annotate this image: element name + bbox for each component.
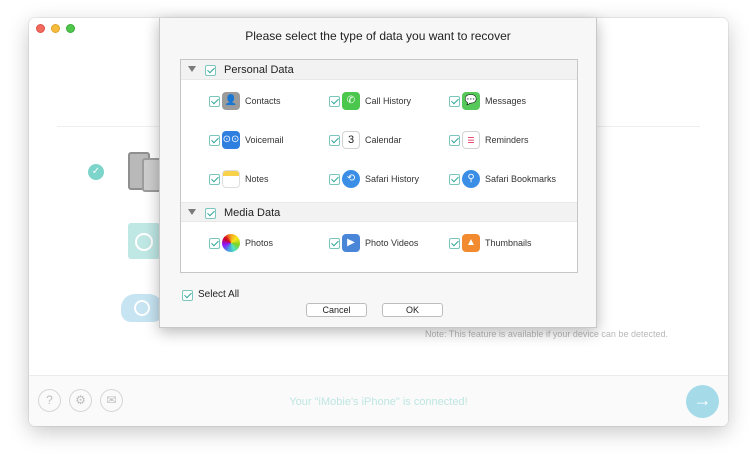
select-all-label: Select All (198, 289, 240, 300)
connection-status: Your "iMobie's iPhone" is connected! (289, 396, 468, 408)
ok-button[interactable]: OK (382, 303, 443, 317)
item-label: Notes (245, 174, 269, 184)
section-label: Personal Data (224, 64, 294, 76)
item-reminders[interactable]: ☰ Reminders (449, 131, 569, 151)
voicemail-icon: ⊙⊙ (222, 131, 240, 149)
safari-bookmarks-icon: ⚲ (462, 170, 480, 188)
minimize-window-button[interactable] (51, 24, 60, 33)
safari-bookmarks-checkbox[interactable] (449, 174, 460, 185)
contacts-checkbox[interactable] (209, 96, 220, 107)
section-personal-data[interactable]: Personal Data (181, 60, 577, 80)
reminders-checkbox[interactable] (449, 135, 460, 146)
messages-icon: 💬 (462, 92, 480, 110)
calendar-icon: 3 (342, 131, 360, 149)
item-photo-videos[interactable]: ▶ Photo Videos (329, 234, 449, 254)
item-calendar[interactable]: 3 Calendar (329, 131, 449, 151)
voicemail-checkbox[interactable] (209, 135, 220, 146)
disclosure-triangle-icon[interactable] (188, 66, 196, 72)
close-window-button[interactable] (36, 24, 45, 33)
contacts-icon: 👤 (222, 92, 240, 110)
item-safari-bookmarks[interactable]: ⚲ Safari Bookmarks (449, 170, 569, 190)
cancel-button[interactable]: Cancel (306, 303, 367, 317)
photos-icon (222, 234, 240, 252)
item-label: Reminders (485, 135, 529, 145)
data-type-dialog: Please select the type of data you want … (159, 18, 597, 328)
media-data-checkbox[interactable] (205, 208, 216, 219)
feature-note: Note: This feature is available if your … (425, 329, 668, 339)
select-all-checkbox[interactable] (182, 290, 193, 301)
icloud-mode-icon[interactable] (121, 294, 163, 322)
phone-icon: ✆ (342, 92, 360, 110)
safari-history-checkbox[interactable] (329, 174, 340, 185)
personal-data-checkbox[interactable] (205, 65, 216, 76)
messages-checkbox[interactable] (449, 96, 460, 107)
selected-mode-check-icon: ✓ (88, 164, 104, 180)
item-label: Call History (365, 96, 412, 106)
calendar-checkbox[interactable] (329, 135, 340, 146)
thumbnails-checkbox[interactable] (449, 238, 460, 249)
item-label: Messages (485, 96, 527, 106)
item-voicemail[interactable]: ⊙⊙ Voicemail (209, 131, 329, 151)
maximize-window-button[interactable] (66, 24, 75, 33)
photo-videos-icon: ▶ (342, 234, 360, 252)
section-label: Media Data (224, 207, 281, 219)
section-media-data[interactable]: Media Data (181, 202, 577, 222)
item-label: Voicemail (245, 135, 284, 145)
item-messages[interactable]: 💬 Messages (449, 92, 569, 112)
notes-checkbox[interactable] (209, 174, 220, 185)
data-type-panel: Personal Data 👤 Contacts ✆ Call History … (180, 59, 578, 273)
safari-history-icon: ⟲ (342, 170, 360, 188)
photo-videos-checkbox[interactable] (329, 238, 340, 249)
photos-checkbox[interactable] (209, 238, 220, 249)
item-photos[interactable]: Photos (209, 234, 329, 254)
item-label: Photos (245, 238, 274, 248)
item-label: Safari History (365, 174, 420, 184)
itunes-backup-mode-icon[interactable] (128, 223, 160, 259)
item-label: Safari Bookmarks (485, 174, 557, 184)
item-call-history[interactable]: ✆ Call History (329, 92, 449, 112)
disclosure-triangle-icon[interactable] (188, 209, 196, 215)
item-label: Calendar (365, 135, 402, 145)
reminders-icon: ☰ (462, 131, 480, 149)
footer-bar: ? ⚙ ✉ Your "iMobie's iPhone" is connecte… (29, 375, 728, 426)
item-contacts[interactable]: 👤 Contacts (209, 92, 329, 112)
item-thumbnails[interactable]: ▲ Thumbnails (449, 234, 569, 254)
dialog-title: Please select the type of data you want … (245, 29, 511, 43)
item-label: Photo Videos (365, 238, 419, 248)
call-history-checkbox[interactable] (329, 96, 340, 107)
notes-icon (222, 170, 240, 188)
item-notes[interactable]: Notes (209, 170, 329, 190)
next-arrow-button[interactable]: → (686, 385, 719, 418)
thumbnails-icon: ▲ (462, 234, 480, 252)
item-label: Thumbnails (485, 238, 532, 248)
item-label: Contacts (245, 96, 281, 106)
device-mode-icon[interactable] (128, 152, 162, 192)
item-safari-history[interactable]: ⟲ Safari History (329, 170, 449, 190)
